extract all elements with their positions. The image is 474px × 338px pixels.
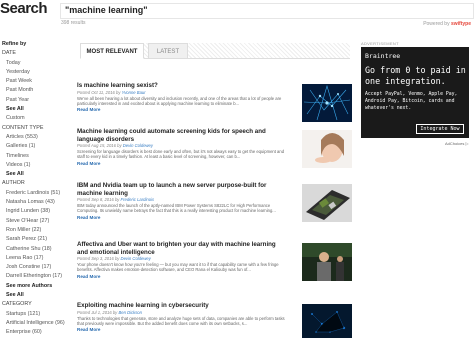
result-snippet: IBM today announced the launch of the ap…	[77, 203, 276, 214]
result-thumbnail[interactable]	[302, 130, 352, 168]
search-query-text[interactable]: "machine learning"	[65, 5, 148, 15]
date-filter-past-month[interactable]: Past Month	[0, 86, 72, 95]
result-item: Is machine learning sexist? Posted Oct 1…	[77, 82, 353, 122]
result-snippet: Screening for language disorders is best…	[77, 149, 285, 160]
tab-latest[interactable]: LATEST	[148, 43, 188, 59]
content-see-all[interactable]: See All	[0, 170, 72, 179]
ad-subtext: Accept PayPal, Venmo, Apple Pay, Android…	[365, 92, 458, 111]
ad-banner[interactable]: Braintree Go from 0 to paid in one integ…	[361, 47, 469, 138]
author-filter[interactable]: Leena Rao (17)	[0, 254, 72, 263]
category-filter[interactable]: Startups (121)	[0, 310, 72, 319]
result-count: 398 results	[61, 20, 86, 26]
author-filter[interactable]: Catherine Shu (18)	[0, 245, 72, 254]
ad-brand: Braintree	[365, 52, 401, 60]
content-filter-timelines[interactable]: Timelines	[0, 152, 72, 161]
result-snippet: We've all been hearing a lot about diver…	[77, 95, 282, 106]
date-filter-yesterday[interactable]: Yesterday	[0, 68, 72, 77]
sort-tabs: MOST RELEVANT LATEST	[80, 43, 350, 59]
result-snippet: Thanks to technologies that generate, st…	[77, 315, 285, 326]
filter-sidebar: Refine by DATE Today Yesterday Past Week…	[0, 40, 72, 338]
result-thumbnail[interactable]	[302, 243, 352, 281]
author-see-more[interactable]: See more Authors	[0, 282, 72, 291]
search-input[interactable]: "machine learning"	[60, 3, 474, 19]
date-heading: DATE	[2, 50, 16, 57]
content-filter-articles[interactable]: Articles (553)	[0, 133, 72, 142]
author-filter[interactable]: Frederic Lardinois (51)	[0, 189, 72, 198]
result-thumbnail[interactable]	[302, 304, 352, 338]
author-filter[interactable]: Steve O'Hear (27)	[0, 217, 72, 226]
result-title[interactable]: Machine learning could automate screenin…	[77, 128, 287, 143]
top-bar: Search "machine learning" 398 results Po…	[0, 0, 474, 30]
adchoices-link[interactable]: AdChoices ▷	[445, 141, 469, 146]
result-item: Machine learning could automate screenin…	[77, 128, 353, 168]
result-item: IBM and Nvidia team up to launch a new s…	[77, 182, 353, 222]
ad-headline: Go from 0 to paid in one integration.	[365, 65, 466, 86]
result-title[interactable]: Exploiting machine learning in cybersecu…	[77, 302, 287, 310]
author-filter[interactable]: Darrell Etherington (17)	[0, 272, 72, 281]
author-see-all[interactable]: See All	[0, 291, 72, 300]
result-author[interactable]: Devin Coldewey	[121, 256, 151, 261]
category-heading: CATEGORY	[2, 301, 32, 308]
powered-by: Powered by swiftype	[423, 21, 471, 27]
date-filter-past-year[interactable]: Past Year	[0, 96, 72, 105]
result-title[interactable]: Is machine learning sexist?	[77, 82, 287, 90]
author-filter[interactable]: Natasha Lomas (43)	[0, 198, 72, 207]
category-filter[interactable]: Artificial Intelligence (96)	[0, 319, 72, 328]
result-snippet: Your phone doesn't know how you're feeli…	[77, 262, 279, 273]
result-author[interactable]: Devin Coldewey	[123, 143, 153, 148]
date-filter-custom[interactable]: Custom	[0, 114, 72, 123]
result-title[interactable]: Affectiva and Uber want to brighten your…	[77, 241, 287, 256]
result-author[interactable]: Frederic Lardinois	[121, 197, 155, 202]
result-title[interactable]: IBM and Nvidia team up to launch a new s…	[77, 182, 287, 197]
site-logo[interactable]: Search	[0, 0, 50, 18]
date-filter-past-week[interactable]: Past Week	[0, 77, 72, 86]
author-filter[interactable]: Sarah Perez (21)	[0, 235, 72, 244]
result-thumbnail[interactable]	[302, 184, 352, 222]
author-heading: AUTHOR	[2, 180, 25, 187]
result-author[interactable]: Yvonne Baur	[122, 90, 146, 95]
result-author[interactable]: Ben Dickson	[118, 310, 142, 315]
author-filter[interactable]: Josh Constine (17)	[0, 263, 72, 272]
tab-most-relevant[interactable]: MOST RELEVANT	[80, 43, 144, 59]
content-filter-galleries[interactable]: Galleries (1)	[0, 142, 72, 151]
date-filter-today[interactable]: Today	[0, 59, 72, 68]
author-filter[interactable]: Ron Miller (22)	[0, 226, 72, 235]
category-filter[interactable]: Enterprise (60)	[0, 328, 72, 337]
ad-cta-button[interactable]: Integrate Now	[416, 124, 464, 134]
content-type-heading: CONTENT TYPE	[2, 124, 44, 131]
advertisement-label: ADVERTISEMENT	[361, 41, 399, 46]
content-filter-videos[interactable]: Videos (1)	[0, 161, 72, 170]
refine-heading: Refine by	[2, 41, 27, 47]
author-filter[interactable]: Ingrid Lunden (38)	[0, 207, 72, 216]
result-item: Exploiting machine learning in cybersecu…	[77, 302, 353, 338]
result-thumbnail[interactable]	[302, 84, 352, 122]
result-item: Affectiva and Uber want to brighten your…	[77, 241, 353, 281]
date-see-all[interactable]: See All	[0, 105, 72, 114]
